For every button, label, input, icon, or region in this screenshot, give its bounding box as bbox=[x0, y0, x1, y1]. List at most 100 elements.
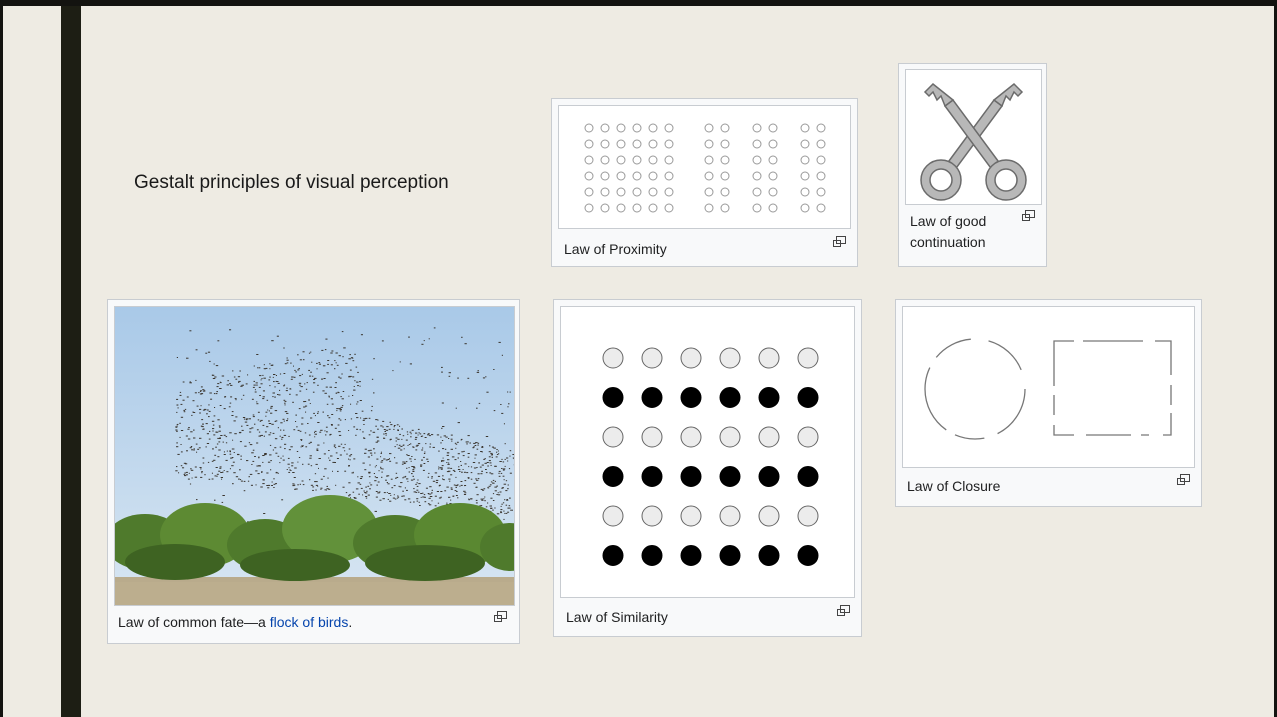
bird bbox=[360, 334, 363, 336]
bird bbox=[401, 428, 403, 430]
bird bbox=[288, 467, 290, 469]
proximity-dot bbox=[648, 155, 658, 165]
bird bbox=[190, 431, 193, 433]
bird bbox=[484, 462, 487, 464]
enlarge-icon[interactable] bbox=[1022, 210, 1035, 221]
bird bbox=[240, 455, 242, 457]
bird bbox=[397, 430, 399, 431]
enlarge-icon[interactable] bbox=[833, 236, 846, 247]
bird bbox=[412, 470, 415, 472]
bird bbox=[508, 505, 511, 507]
bird bbox=[223, 434, 226, 436]
bird bbox=[435, 479, 439, 481]
bird bbox=[231, 448, 234, 450]
bird bbox=[301, 417, 304, 419]
bird bbox=[246, 424, 249, 426]
bird bbox=[416, 482, 418, 484]
bird bbox=[343, 347, 346, 349]
bird bbox=[279, 373, 282, 375]
bird bbox=[269, 454, 272, 456]
bird bbox=[386, 475, 390, 477]
bird bbox=[180, 444, 182, 445]
bird bbox=[338, 431, 341, 433]
bird bbox=[499, 491, 502, 493]
bird bbox=[355, 413, 357, 414]
bird bbox=[387, 483, 390, 485]
bird bbox=[327, 415, 329, 417]
enlarge-icon[interactable] bbox=[837, 605, 850, 616]
bird bbox=[182, 467, 185, 469]
bird bbox=[323, 475, 325, 477]
bird bbox=[356, 401, 359, 403]
proximity-dot bbox=[800, 203, 810, 213]
bird bbox=[512, 454, 514, 455]
bird bbox=[335, 484, 337, 486]
bird bbox=[377, 492, 380, 494]
bird bbox=[190, 468, 192, 470]
bird bbox=[393, 428, 395, 430]
bird bbox=[314, 481, 316, 483]
bird bbox=[284, 443, 287, 445]
bird bbox=[503, 483, 507, 485]
bird bbox=[310, 371, 312, 373]
proximity-dot bbox=[584, 171, 594, 181]
bird bbox=[440, 436, 442, 438]
bird bbox=[457, 497, 459, 499]
bird bbox=[463, 471, 466, 473]
bird bbox=[318, 467, 319, 469]
bird bbox=[334, 447, 337, 449]
bird bbox=[442, 457, 444, 459]
bird bbox=[440, 491, 443, 492]
enlarge-icon[interactable] bbox=[1177, 474, 1190, 485]
similarity-dot-filled bbox=[641, 387, 663, 408]
bird bbox=[313, 412, 315, 414]
bird bbox=[377, 436, 379, 438]
bird bbox=[477, 473, 480, 475]
bird bbox=[357, 371, 359, 373]
bird bbox=[254, 456, 256, 457]
bird bbox=[360, 417, 362, 419]
proximity-dot bbox=[584, 203, 594, 213]
bird bbox=[271, 485, 273, 486]
bird bbox=[403, 463, 406, 464]
bird bbox=[270, 412, 273, 414]
bird bbox=[235, 416, 238, 418]
bird bbox=[322, 365, 326, 367]
bird bbox=[212, 374, 215, 376]
bird bbox=[190, 446, 193, 447]
bird bbox=[462, 455, 465, 457]
bird bbox=[491, 446, 494, 448]
bird bbox=[314, 436, 316, 438]
bird bbox=[413, 491, 416, 493]
bird bbox=[465, 441, 468, 443]
bird bbox=[217, 456, 220, 458]
proximity-dot bbox=[632, 171, 642, 181]
proximity-dot bbox=[600, 171, 610, 181]
similarity-dots bbox=[602, 347, 819, 566]
bird bbox=[409, 501, 412, 503]
bird bbox=[301, 373, 303, 375]
closure-shapes bbox=[924, 338, 1172, 440]
bird bbox=[484, 500, 486, 502]
bird bbox=[362, 494, 364, 496]
bird bbox=[352, 491, 355, 493]
flock-of-birds-link[interactable]: flock of birds bbox=[270, 614, 349, 630]
closure-image bbox=[902, 306, 1195, 468]
bird bbox=[348, 430, 350, 431]
enlarge-icon[interactable] bbox=[494, 611, 507, 622]
bird bbox=[364, 469, 367, 471]
bird bbox=[449, 480, 451, 482]
bird bbox=[428, 497, 431, 499]
bird bbox=[444, 490, 447, 492]
bird bbox=[476, 494, 479, 496]
bird bbox=[400, 482, 403, 484]
bird bbox=[375, 477, 378, 479]
bird bbox=[277, 455, 280, 457]
bird bbox=[216, 473, 219, 475]
bird bbox=[262, 396, 265, 398]
bird bbox=[314, 430, 317, 432]
bird bbox=[427, 434, 430, 436]
bird bbox=[509, 497, 511, 499]
bird bbox=[382, 498, 385, 500]
bird bbox=[357, 482, 360, 484]
